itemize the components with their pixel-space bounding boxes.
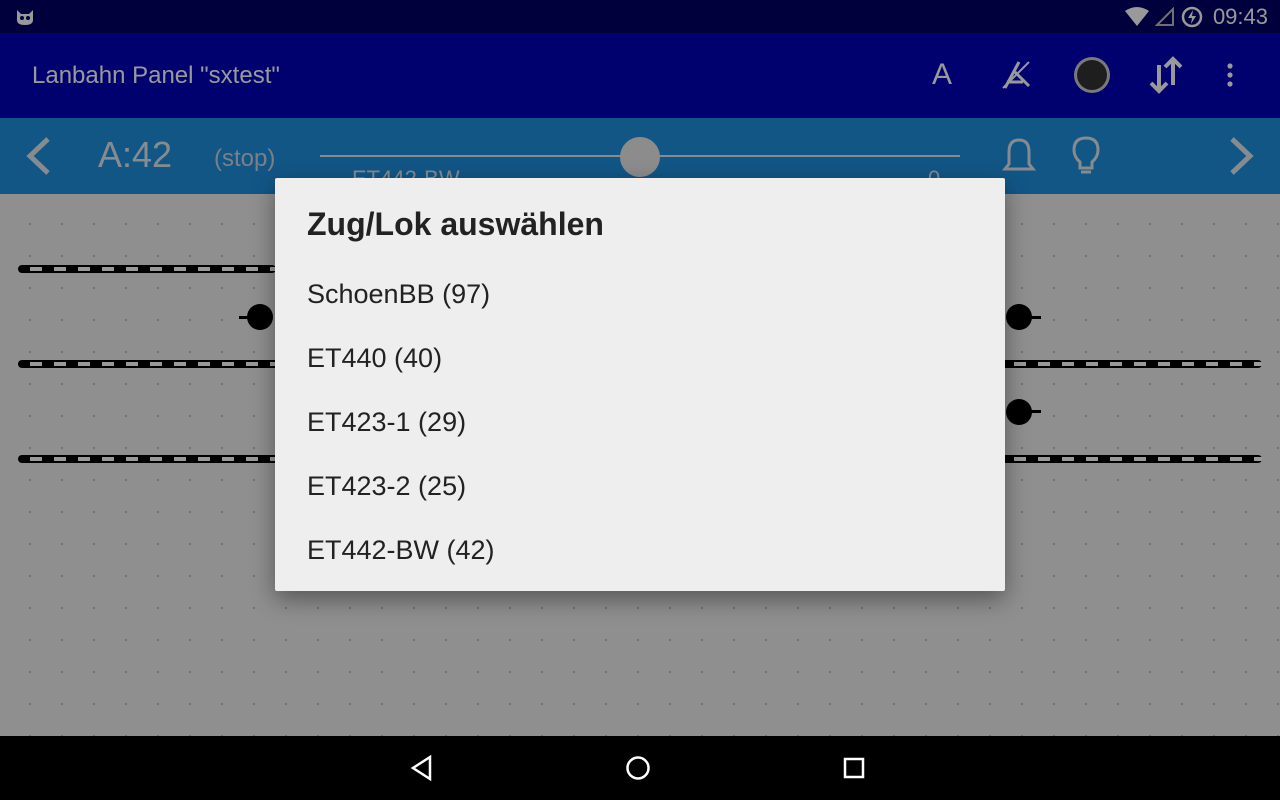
back-button[interactable] bbox=[402, 748, 442, 788]
back-icon bbox=[410, 754, 432, 782]
home-button[interactable] bbox=[618, 748, 658, 788]
recents-icon bbox=[843, 757, 865, 779]
home-icon bbox=[626, 756, 650, 780]
loco-list-item[interactable]: ET423-1 (29) bbox=[275, 390, 1005, 454]
loco-list-item[interactable]: ET423-2 (25) bbox=[275, 454, 1005, 518]
recents-button[interactable] bbox=[834, 748, 874, 788]
screen: 09:43 Lanbahn Panel "sxtest" A A:42 (sto… bbox=[0, 0, 1280, 800]
loco-list-item[interactable]: ET442-BW (42) bbox=[275, 518, 1005, 582]
navigation-bar bbox=[0, 736, 1280, 800]
loco-list-item[interactable]: ET440 (40) bbox=[275, 326, 1005, 390]
dialog-title: Zug/Lok auswählen bbox=[307, 206, 604, 242]
loco-list: SchoenBB (97) ET440 (40) ET423-1 (29) ET… bbox=[275, 262, 1005, 582]
loco-list-item[interactable]: SchoenBB (97) bbox=[275, 262, 1005, 326]
select-loco-dialog: Zug/Lok auswählen SchoenBB (97) ET440 (4… bbox=[275, 178, 1005, 591]
